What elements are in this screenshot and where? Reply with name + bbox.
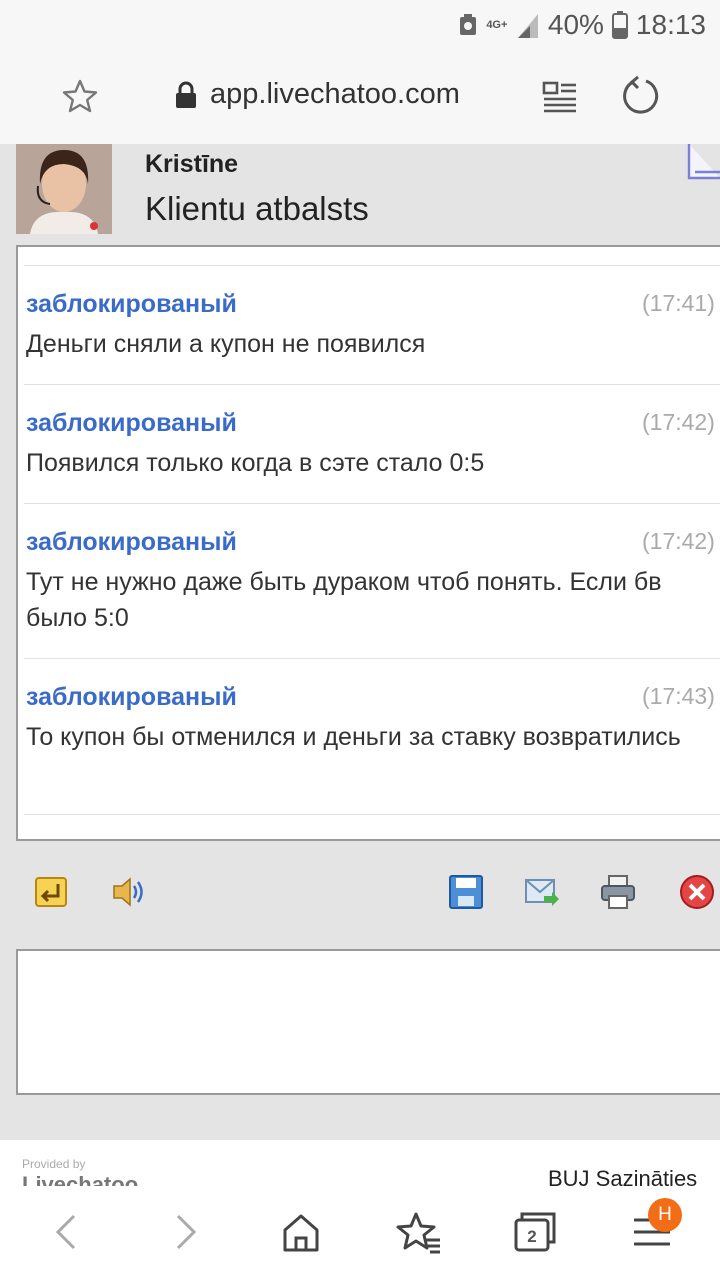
address-bar[interactable]: app.livechatoo.com — [174, 78, 460, 111]
agent-department: Klientu atbalsts — [145, 190, 369, 227]
message-text: Деньги сняли а купон не появился — [26, 330, 426, 358]
faq-contact-link[interactable]: BUJ Sazināties — [548, 1166, 697, 1186]
agent-name: Kristīne — [145, 150, 239, 178]
message-author: заблокированый — [26, 528, 237, 556]
message-time: (17:41) — [642, 290, 715, 316]
minimize-window-icon[interactable] — [686, 144, 720, 182]
tab-count: 2 — [527, 1227, 537, 1246]
home-icon[interactable] — [277, 1208, 325, 1256]
status-bar: 4G+ 40% 18:13 — [0, 0, 720, 50]
browser-bottom-nav: 2 H — [0, 1186, 720, 1280]
signal-icon — [517, 14, 538, 38]
agent-avatar — [16, 144, 112, 234]
browser-toolbar: app.livechatoo.com — [0, 50, 720, 144]
chat-message: заблокированый (17:41) Деньги сняли а ку… — [24, 265, 720, 385]
message-author: заблокированый — [26, 683, 237, 711]
message-input[interactable] — [16, 949, 720, 1095]
close-icon[interactable] — [679, 874, 715, 910]
android-notification-icon — [459, 14, 476, 35]
print-icon[interactable] — [600, 874, 636, 910]
chat-message: заблокированый (17:42) Тут не нужно даже… — [24, 503, 720, 658]
message-text: Появился только когда в сэте стало 0:5 — [26, 449, 485, 477]
message-time: (17:42) — [642, 528, 715, 554]
livechatoo-logo[interactable]: Livechatoo — [22, 1172, 138, 1186]
message-divider — [24, 814, 720, 834]
bookmarks-icon[interactable] — [396, 1208, 444, 1256]
save-icon[interactable] — [448, 874, 484, 910]
chat-toolbar — [0, 862, 720, 924]
reader-mode-icon[interactable] — [542, 80, 578, 114]
chat-widget: Kristīne Klientu atbalsts заблокированый… — [0, 144, 720, 1140]
sound-icon[interactable] — [110, 874, 146, 910]
message-author: заблокированый — [26, 409, 237, 437]
url-text: app.livechatoo.com — [210, 78, 460, 110]
network-type: 4G+ — [486, 18, 508, 31]
forward-icon[interactable] — [160, 1208, 208, 1256]
chat-message: заблокированый (17:43) То купон бы отмен… — [24, 658, 720, 814]
message-text: То купон бы отменился и деньги за ставку… — [26, 723, 681, 751]
message-text: Тут не нужно даже быть дураком чтоб поня… — [26, 568, 662, 632]
battery-icon — [611, 11, 628, 39]
lock-icon — [176, 81, 196, 108]
page-footer: Provided by Livechatoo BUJ Sazināties — [0, 1140, 720, 1186]
email-icon[interactable] — [524, 874, 560, 910]
agent-header: Kristīne Klientu atbalsts — [0, 144, 720, 244]
clock: 18:13 — [635, 9, 706, 40]
provided-by-label: Provided by — [22, 1157, 86, 1171]
tabs-button[interactable]: 2 — [510, 1208, 558, 1256]
profile-badge[interactable]: H — [648, 1198, 682, 1232]
back-icon[interactable] — [44, 1208, 92, 1256]
chat-message: заблокированый (17:42) Появился только к… — [24, 384, 720, 504]
return-icon[interactable] — [34, 874, 70, 910]
message-time: (17:43) — [642, 683, 715, 709]
message-time: (17:42) — [642, 409, 715, 435]
message-author: заблокированый — [26, 290, 237, 318]
bookmark-star-icon[interactable] — [62, 78, 98, 114]
battery-percent: 40% — [547, 9, 604, 40]
message-list[interactable]: заблокированый (17:41) Деньги сняли а ку… — [16, 245, 720, 841]
reload-icon[interactable] — [620, 76, 660, 116]
